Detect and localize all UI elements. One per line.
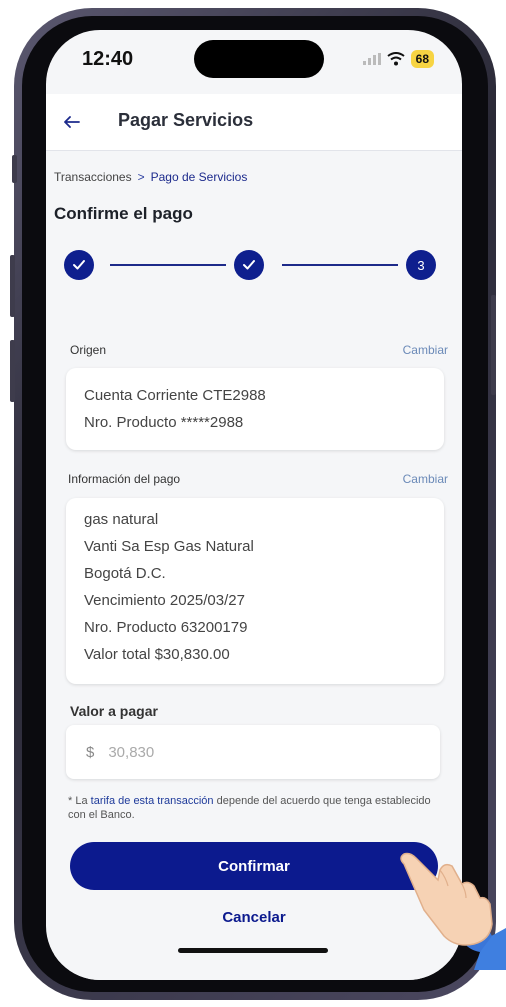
status-bar: 12:40 68: [46, 30, 462, 94]
wifi-icon: [387, 52, 405, 66]
origin-line: Cuenta Corriente CTE2988: [84, 387, 266, 404]
check-icon: [73, 260, 85, 270]
currency-symbol: $: [86, 743, 95, 761]
breadcrumb: Transacciones > Pago de Servicios: [54, 170, 247, 184]
status-icons: 68: [362, 50, 434, 68]
back-arrow-icon: [64, 116, 80, 128]
signal-icon: [362, 53, 381, 65]
breadcrumb-current: Pago de Servicios: [150, 170, 248, 184]
phone-volume-down: [10, 340, 15, 402]
page-header-title: Pagar Servicios: [118, 110, 254, 130]
confirm-button[interactable]: Confirmar: [70, 842, 438, 890]
change-origin-link[interactable]: Cambiar: [403, 343, 448, 357]
amount-label: Valor a pagar: [70, 703, 158, 719]
back-button[interactable]: [58, 108, 86, 136]
step-1-complete: [64, 250, 94, 280]
origin-line: Nro. Producto *****2988: [84, 414, 244, 431]
payment-info-line: Vencimiento 2025/03/27: [84, 592, 245, 609]
battery-indicator: 68: [410, 50, 434, 68]
app-header: Pagar Servicios: [46, 94, 462, 151]
breadcrumb-root[interactable]: Transacciones: [54, 170, 132, 184]
status-time: 12:40: [82, 48, 134, 70]
pointing-hand-icon: [400, 852, 506, 970]
origin-card: Cuenta Corriente CTE2988 Nro. Producto *…: [66, 368, 444, 450]
fee-link[interactable]: tarifa de esta transacción: [91, 795, 214, 807]
cancel-button[interactable]: Cancelar: [154, 909, 354, 931]
screen: 12:40 68 Pagar Servicios Transacciones >…: [46, 30, 462, 980]
payment-info-line: Valor total $30,830.00: [84, 646, 230, 663]
fee-note-prefix: * La: [68, 795, 91, 807]
payment-info-line: Vanti Sa Esp Gas Natural: [84, 538, 254, 555]
progress-stepper: 3: [64, 250, 448, 284]
check-icon: [243, 260, 255, 270]
payment-summary: Origen Cambiar Cuenta Corriente CTE2988 …: [54, 310, 454, 980]
payment-info-label: Información del pago: [68, 472, 181, 486]
breadcrumb-separator: >: [137, 170, 145, 184]
step-2-complete: [234, 250, 264, 280]
fee-note: * La tarifa de esta transacción depende …: [68, 794, 444, 822]
change-payment-link[interactable]: Cambiar: [403, 472, 448, 486]
page-title: Confirme el pago: [54, 204, 193, 223]
phone-power-button: [491, 295, 496, 395]
payment-info-line: Nro. Producto 63200179: [84, 619, 248, 636]
payment-info-line: gas natural: [84, 511, 159, 528]
phone-side-button: [12, 155, 17, 183]
origin-label: Origen: [70, 343, 107, 357]
step-connector-2: [282, 264, 398, 266]
amount-value: 30,830: [108, 743, 155, 761]
step-connector-1: [110, 264, 226, 266]
payment-info-card: gas natural Vanti Sa Esp Gas Natural Bog…: [66, 498, 444, 684]
payment-info-line: Bogotá D.C.: [84, 565, 166, 582]
home-indicator: [178, 948, 328, 953]
amount-input[interactable]: $ 30,830: [66, 725, 440, 779]
phone-volume-up: [10, 255, 15, 317]
dynamic-island: [194, 40, 324, 78]
step-3-current: 3: [406, 250, 436, 280]
